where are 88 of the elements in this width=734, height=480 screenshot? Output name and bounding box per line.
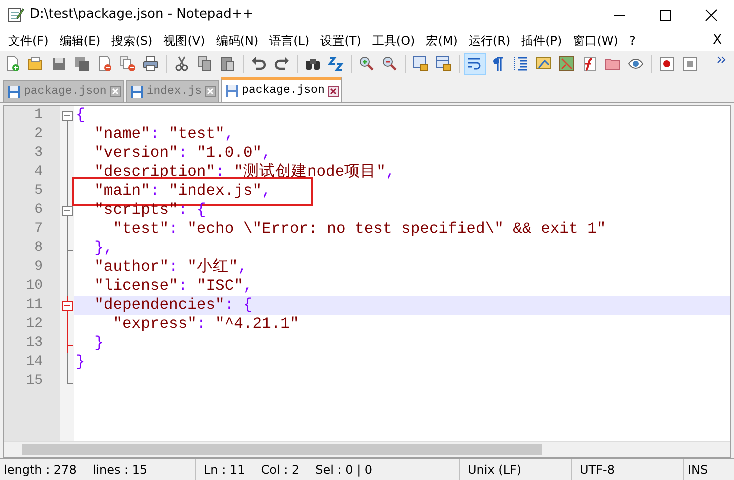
- function-list-icon: [582, 56, 598, 72]
- code-line: "express": "^4.21.1": [112, 315, 300, 334]
- tab-label: package.json: [242, 83, 325, 100]
- stop-icon: [682, 56, 698, 72]
- status-text: UTF-8: [580, 462, 615, 478]
- status-text: lines : 15: [92, 462, 148, 478]
- code-line: "name": "test",: [94, 125, 234, 144]
- line-number: 6: [34, 201, 44, 220]
- line-number: 1: [34, 106, 44, 125]
- open-file-icon: [28, 56, 44, 72]
- new-file-icon: [5, 56, 21, 72]
- code-line: }: [75, 353, 86, 372]
- status-text: Ln : 11: [204, 462, 246, 478]
- scissors-icon: [174, 56, 190, 72]
- menu-item[interactable]: 语言(L): [264, 32, 316, 50]
- code-line: "scripts": {: [94, 201, 206, 220]
- code-line: "license": "ISC",: [94, 277, 253, 296]
- notepad-icon: [8, 7, 24, 23]
- menu-item[interactable]: 设置(T): [315, 32, 367, 50]
- menu-item[interactable]: 编辑(E): [54, 32, 106, 50]
- line-number: 15: [25, 372, 44, 391]
- fold-toggle-icon[interactable]: [62, 296, 73, 315]
- line-number: 7: [34, 220, 44, 239]
- eye-icon: [628, 56, 644, 72]
- status-text: INS: [688, 462, 708, 478]
- record-icon: [659, 56, 675, 72]
- close-icon[interactable]: [328, 86, 339, 96]
- menu-item[interactable]: 窗口(W): [568, 32, 624, 50]
- line-number: 5: [34, 182, 44, 201]
- menu-item[interactable]: 运行(R): [463, 32, 516, 50]
- maximize-icon[interactable]: [657, 8, 673, 22]
- code-line: "main": "index.js",: [74, 179, 312, 204]
- code-line: }: [94, 334, 104, 353]
- toolbar-button[interactable]: [464, 53, 486, 75]
- menu-item[interactable]: 宏(M): [420, 32, 464, 50]
- zoom-out-icon: [382, 56, 398, 72]
- close-file-icon: [97, 56, 113, 72]
- chevron-icon[interactable]: [717, 56, 726, 64]
- line-number: 11: [25, 296, 44, 315]
- paste-icon: [220, 56, 236, 72]
- indent-guide-icon: [513, 56, 529, 72]
- save-icon: [51, 56, 67, 72]
- line-number: 14: [25, 353, 44, 372]
- status-text: length : 278: [4, 462, 77, 478]
- code-line: "author": "小红",: [94, 258, 248, 277]
- menu-item[interactable]: 视图(V): [158, 32, 211, 50]
- line-number: 13: [25, 334, 44, 353]
- copy-icon: [197, 56, 213, 72]
- close-all-icon: [120, 56, 136, 72]
- line-number: 10: [25, 277, 44, 296]
- status-text: Sel : 0 | 0: [316, 462, 373, 478]
- document-tab[interactable]: package.json: [221, 77, 342, 102]
- zoom-in-icon: [359, 56, 375, 72]
- window-title: D:\test\package.json - Notepad++: [30, 6, 255, 24]
- line-number: 12: [25, 315, 44, 334]
- line-number: 9: [34, 258, 44, 277]
- editor-pane[interactable]: [4, 106, 730, 441]
- menu-item[interactable]: 搜索(S): [106, 32, 158, 50]
- save-all-icon: [74, 56, 90, 72]
- code-line: },: [94, 239, 114, 258]
- map-icon: [559, 56, 575, 72]
- menu-item[interactable]: ?: [624, 32, 642, 50]
- tab-label: package.json: [24, 84, 107, 100]
- redo-icon: [274, 56, 290, 72]
- printer-icon: [143, 56, 159, 72]
- menu-item[interactable]: 插件(P): [516, 32, 568, 50]
- line-number: 2: [34, 125, 44, 144]
- close-icon[interactable]: [703, 8, 719, 22]
- menu-item[interactable]: 工具(O): [366, 32, 421, 50]
- menu-item[interactable]: 编码(N): [210, 32, 264, 50]
- code-line: "dependencies": {: [94, 296, 253, 315]
- document-map-icon: [536, 56, 552, 72]
- code-line: "version": "1.0.0",: [94, 144, 272, 163]
- close-document-button[interactable]: X: [707, 30, 728, 52]
- undo-icon: [251, 56, 267, 72]
- tab-label: index.js: [146, 84, 202, 100]
- binoculars-icon: [305, 56, 321, 72]
- line-number: 3: [34, 144, 44, 163]
- code-line: {: [75, 106, 86, 125]
- status-text: Unix (LF): [468, 462, 522, 478]
- wrap-lines-icon: [467, 56, 483, 72]
- line-number: 8: [34, 239, 44, 258]
- fold-toggle-icon[interactable]: [62, 201, 73, 220]
- menu-item[interactable]: 文件(F): [3, 32, 54, 50]
- scrollbar-thumb[interactable]: [22, 444, 542, 455]
- status-text: Col : 2: [261, 462, 300, 478]
- code-line: "test": "echo \"Error: no test specified\" && exit 1": [112, 220, 606, 239]
- line-number: 4: [34, 163, 44, 182]
